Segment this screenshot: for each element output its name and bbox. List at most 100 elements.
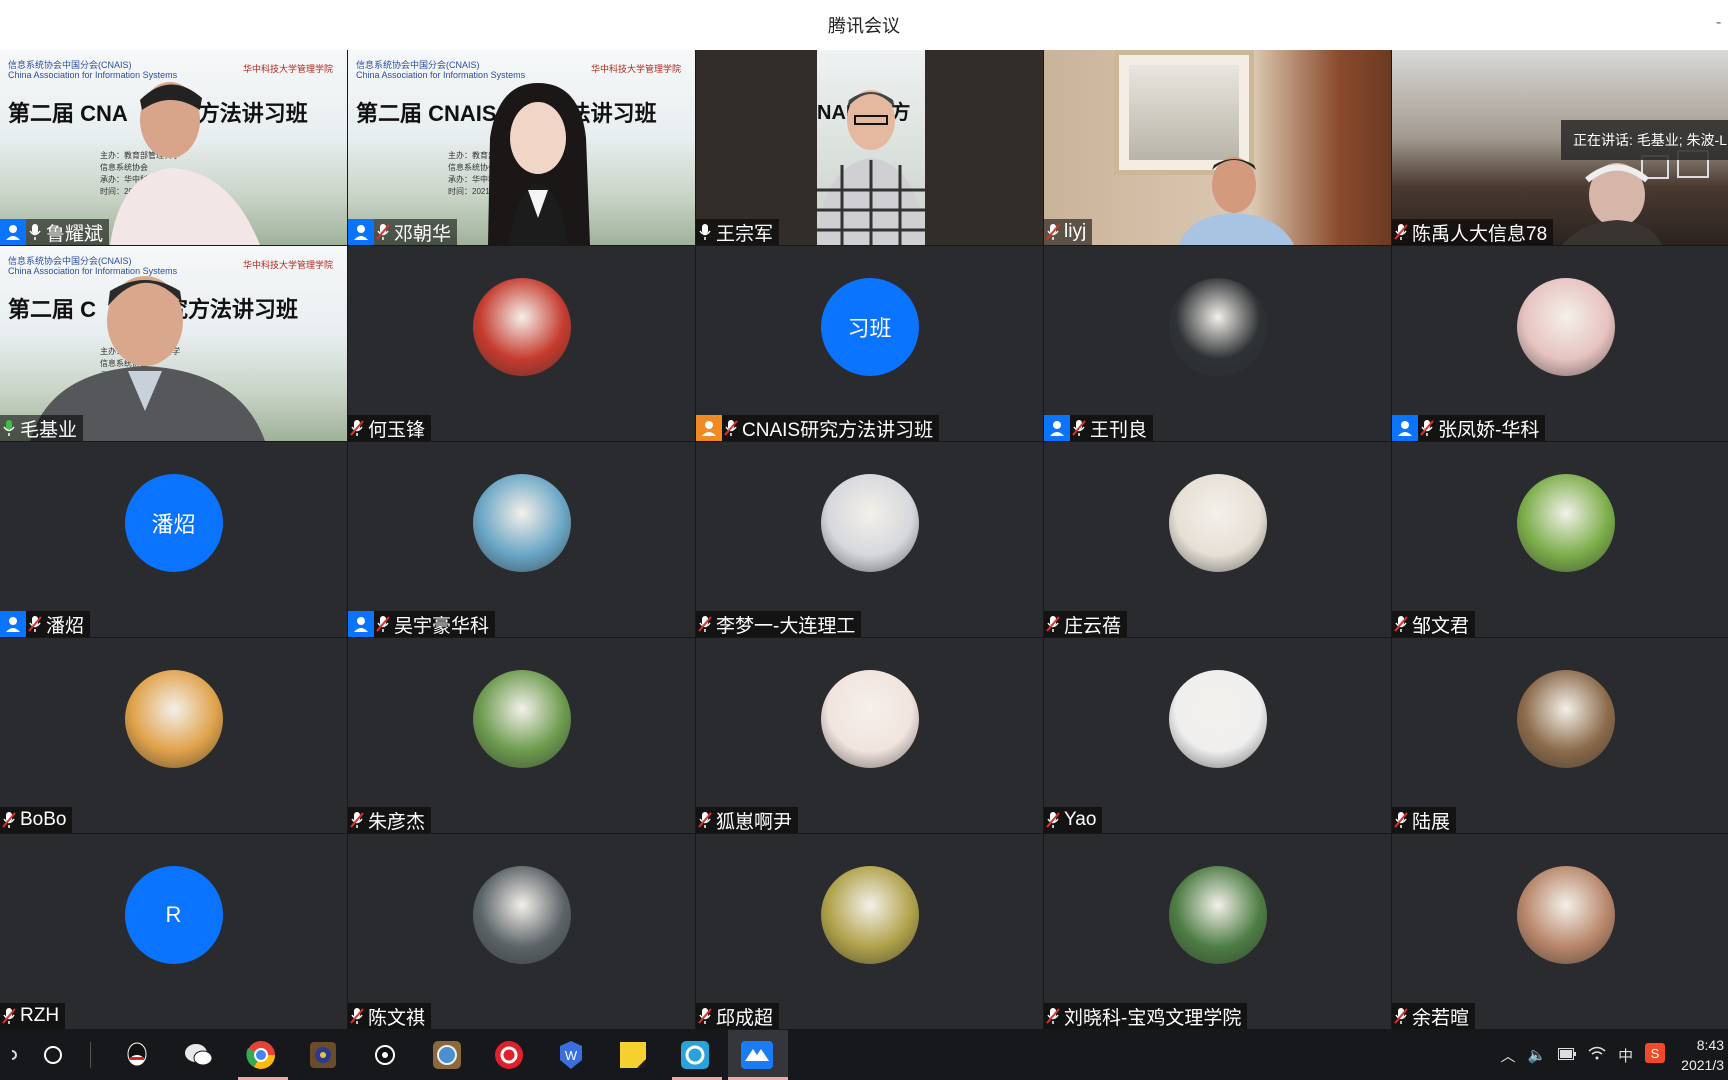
mic-speaking-icon (0, 415, 18, 441)
sogou-icon[interactable]: S (1645, 1043, 1666, 1067)
participant-tile[interactable]: 陈文祺 (348, 834, 695, 1029)
participant-name-bar: 陈文祺 (348, 1003, 432, 1029)
mic-muted-icon (1392, 1003, 1410, 1029)
participant-name: 潘炤 (46, 615, 85, 637)
mic-icon (696, 219, 714, 245)
participant-video-person (110, 82, 260, 245)
battery-icon[interactable] (1558, 1047, 1577, 1064)
avatar (1168, 670, 1267, 768)
avatar (472, 278, 571, 376)
mic-muted-icon (696, 807, 714, 833)
participant-tile[interactable]: Yao (1044, 638, 1391, 833)
participant-name: 刘晓科-宝鸡文理学院 (1064, 1007, 1242, 1029)
participant-tile[interactable]: 邱成超 (696, 834, 1043, 1029)
participant-tile[interactable]: 习班 CNAIS研究方法讲习班 (696, 246, 1043, 441)
participant-name: 王宗军 (716, 223, 774, 245)
participant-tile[interactable]: 吴宇豪华科 (348, 442, 695, 637)
avatar (1516, 278, 1615, 376)
participant-name: 陆展 (1412, 811, 1451, 833)
game-icon[interactable] (306, 1038, 340, 1072)
participant-tile[interactable]: NAIS 究方王宗军 (696, 50, 1043, 245)
participant-tile[interactable]: 信息系统协会中国分会(CNAIS) China Association for I… (0, 50, 347, 245)
participant-tile[interactable]: 余若暄 (1392, 834, 1728, 1029)
avatar (1168, 474, 1267, 572)
participant-name-bar: 毛基业 (0, 415, 84, 441)
svg-text:W: W (565, 1048, 578, 1063)
participant-name: 陈禹人大信息78 (1412, 223, 1548, 245)
participant-name: 邹文君 (1412, 615, 1470, 637)
mic-muted-icon (348, 415, 366, 441)
participant-tile[interactable]: 陆展 (1392, 638, 1728, 833)
volume-icon[interactable]: 🔈 (1527, 1046, 1546, 1064)
slide-org-cn: 信息系统协会中国分会(CNAIS) (8, 60, 132, 70)
avatar (1168, 278, 1267, 376)
tencent-meeting-icon[interactable] (740, 1038, 774, 1072)
mic-muted-icon (696, 611, 714, 637)
participant-tile[interactable]: 李梦一-大连理工 (696, 442, 1043, 637)
participant-tile[interactable]: 庄云蓓 (1044, 442, 1391, 637)
netease-music-icon[interactable] (492, 1038, 526, 1072)
participant-name: 毛基业 (20, 419, 78, 441)
participant-tile[interactable]: 正在讲话: 毛基业; 朱波-L 陈禹人大信息78 (1392, 50, 1728, 245)
sticky-notes-icon[interactable] (616, 1038, 650, 1072)
wifi-icon[interactable] (1588, 1046, 1606, 1064)
avatar: 潘炤 (124, 474, 223, 572)
avatar (472, 474, 571, 572)
avatar (820, 866, 919, 964)
participant-name-bar: BoBo (0, 807, 73, 833)
participant-tile[interactable]: 信息系统协会中国分会(CNAIS) China Association for I… (0, 246, 347, 441)
participant-tile[interactable]: 张凤娇-华科 (1392, 246, 1728, 441)
host-user-icon (348, 611, 374, 637)
mic-muted-icon (1044, 1003, 1062, 1029)
avatar (820, 670, 919, 768)
participant-name-bar: 朱彦杰 (348, 807, 432, 833)
participant-tile[interactable]: 邹文君 (1392, 442, 1728, 637)
participant-tile[interactable]: R RZH (0, 834, 347, 1029)
qq-icon[interactable] (120, 1038, 154, 1072)
mic-muted-icon (374, 219, 392, 245)
system-tray: ︿ 🔈 中 S 8:43 2021/3 (1500, 1030, 1728, 1080)
app-icon[interactable] (678, 1038, 712, 1072)
participant-tile[interactable]: 刘晓科-宝鸡文理学院 (1044, 834, 1391, 1029)
slide-univ: 华中科技大学管理学院 (590, 64, 681, 74)
ime-indicator[interactable]: 中 (1618, 1045, 1633, 1066)
mic-icon (26, 219, 44, 245)
mic-muted-icon (374, 611, 392, 637)
wechat-icon[interactable] (182, 1038, 216, 1072)
settings-icon[interactable] (430, 1038, 464, 1072)
participant-tile[interactable]: 朱彦杰 (348, 638, 695, 833)
search-icon[interactable] (36, 1038, 70, 1072)
avatar: 习班 (820, 278, 919, 376)
chevron-up-icon[interactable]: ︿ (1500, 1045, 1515, 1066)
participant-tile[interactable]: liyj (1044, 50, 1391, 245)
chrome-icon[interactable] (244, 1038, 278, 1072)
participant-name-bar: 陆展 (1392, 807, 1457, 833)
avatar (1516, 670, 1615, 768)
participant-tile[interactable]: 潘炤 潘炤 (0, 442, 347, 637)
avatar (1516, 866, 1615, 964)
start-icon[interactable] (0, 1038, 34, 1072)
video-grid: 信息系统协会中国分会(CNAIS) China Association for I… (0, 50, 1728, 1030)
participant-tile[interactable]: 王刊良 (1044, 246, 1391, 441)
participant-tile[interactable]: 信息系统协会中国分会(CNAIS) China Association for I… (348, 50, 695, 245)
participant-tile[interactable]: 狐崽啊尹 (696, 638, 1043, 833)
participant-name: 吴宇豪华科 (394, 615, 490, 637)
clock[interactable]: 8:43 2021/3 (1681, 1035, 1728, 1075)
speaking-indicator: 正在讲话: 毛基业; 朱波-L (1560, 120, 1728, 160)
taskbar-divider (90, 1042, 91, 1068)
media-icon[interactable] (368, 1038, 402, 1072)
avatar (820, 474, 919, 572)
participant-name-bar: CNAIS研究方法讲习班 (696, 415, 940, 441)
host-user-icon (1044, 415, 1070, 441)
avatar (1168, 866, 1267, 964)
participant-name: 朱彦杰 (368, 811, 426, 833)
wps-icon[interactable]: W (554, 1038, 588, 1072)
mic-muted-icon (1044, 611, 1062, 637)
participant-tile[interactable]: 何玉锋 (348, 246, 695, 441)
participant-name-bar: 邓朝华 (348, 219, 458, 245)
participant-name: 张凤娇-华科 (1438, 419, 1540, 441)
minimize-icon[interactable]: - (1716, 14, 1728, 34)
participant-tile[interactable]: BoBo (0, 638, 347, 833)
taskbar: W ︿ 🔈 中 S 8:43 2021/3 (0, 1030, 1728, 1080)
participant-name: 王刊良 (1090, 419, 1148, 441)
